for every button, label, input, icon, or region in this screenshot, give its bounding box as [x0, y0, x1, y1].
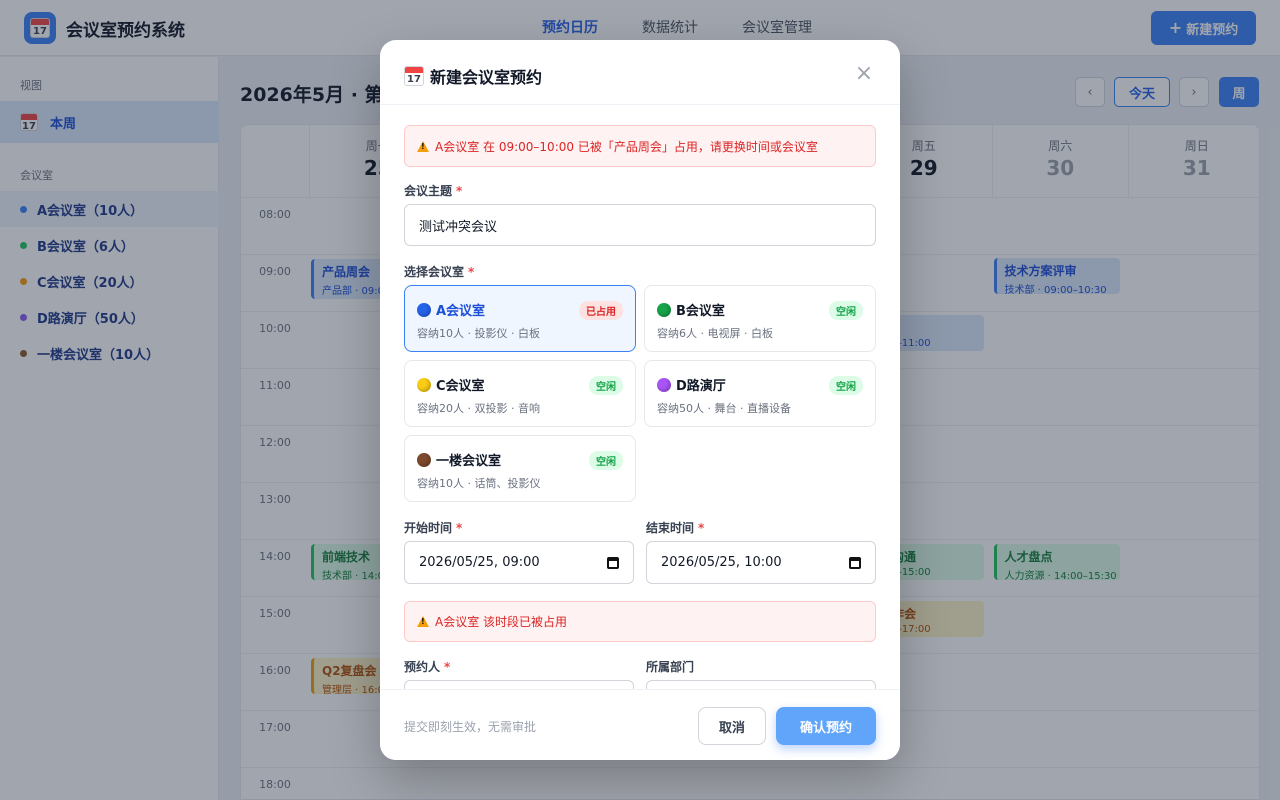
room-card-desc: 容纳10人 · 话筒、投影仪: [417, 477, 541, 490]
status-badge: 空闲: [829, 376, 863, 395]
booker-label: 预约人 *: [404, 658, 450, 675]
room-card-desc: 容纳6人 · 电视屏 · 白板: [657, 327, 773, 340]
start-time-value: 2026/05/25, 09:00: [419, 555, 540, 570]
room-card-name-text: D路演厅: [676, 379, 726, 394]
department-select[interactable]: [646, 680, 876, 689]
slot-conflict-text: A会议室 该时段已被占用: [435, 615, 568, 629]
room-card-name-text: 一楼会议室: [436, 454, 502, 469]
end-time-input[interactable]: 2026/05/25, 10:00: [646, 541, 876, 584]
room-ball-icon: [417, 377, 431, 392]
required-mark: *: [456, 184, 463, 198]
room-card-ground-floor[interactable]: 一楼会议室 容纳10人 · 话筒、投影仪 空闲: [404, 435, 636, 502]
conflict-alert: A会议室 在 09:00–10:00 已被「产品周会」占用，请更换时间或会议室: [404, 125, 876, 167]
calendar-picker-icon[interactable]: [849, 556, 861, 569]
status-badge: 已占用: [579, 301, 623, 320]
required-mark: *: [698, 521, 705, 535]
room-card-a[interactable]: A会议室 容纳10人 · 投影仪 · 白板 已占用: [404, 285, 636, 352]
subject-input[interactable]: 测试冲突会议: [404, 204, 876, 246]
new-booking-dialog: 17 新建会议室预约 × A会议室 在 09:00–10:00 已被「产品周会」…: [380, 40, 900, 760]
conflict-alert-text: A会议室 在 09:00–10:00 已被「产品周会」占用，请更换时间或会议室: [435, 139, 818, 154]
required-mark: *: [444, 660, 451, 674]
room-ball-icon: [657, 377, 671, 392]
room-ball-icon: [417, 452, 431, 467]
department-label: 所属部门: [646, 658, 694, 675]
room-card-b[interactable]: B会议室 容纳6人 · 电视屏 · 白板 空闲: [644, 285, 876, 352]
room-card-desc: 容纳10人 · 投影仪 · 白板: [417, 327, 540, 340]
room-label: 选择会议室 *: [404, 263, 474, 280]
start-time-input[interactable]: 2026/05/25, 09:00: [404, 541, 634, 584]
confirm-booking-button[interactable]: 确认预约: [776, 707, 876, 745]
room-card-c[interactable]: C会议室 容纳20人 · 双投影 · 音响 空闲: [404, 360, 636, 427]
booker-label-text: 预约人: [404, 660, 441, 674]
subject-label-text: 会议主题: [404, 184, 453, 198]
warning-icon: [417, 140, 429, 152]
end-time-label-text: 结束时间: [646, 521, 695, 535]
room-card-name-text: A会议室: [436, 304, 486, 319]
dialog-title-text: 新建会议室预约: [430, 68, 543, 87]
dialog-footer: 提交即刻生效，无需审批 取消 确认预约: [380, 689, 900, 760]
status-badge: 空闲: [829, 301, 863, 320]
required-mark: *: [456, 521, 463, 535]
end-time-label: 结束时间 *: [646, 519, 704, 536]
footer-note: 提交即刻生效，无需审批: [404, 720, 537, 734]
room-ball-icon: [417, 302, 431, 317]
required-mark: *: [468, 265, 475, 279]
calendar-icon: 17: [404, 66, 424, 86]
status-badge: 空闲: [589, 451, 623, 470]
room-card-d[interactable]: D路演厅 容纳50人 · 舞台 · 直播设备 空闲: [644, 360, 876, 427]
calendar-picker-icon[interactable]: [607, 556, 619, 569]
cancel-button[interactable]: 取消: [698, 707, 766, 745]
room-ball-icon: [657, 302, 671, 317]
status-badge: 空闲: [589, 376, 623, 395]
room-card-name-text: B会议室: [676, 304, 725, 319]
dialog-body: A会议室 在 09:00–10:00 已被「产品周会」占用，请更换时间或会议室 …: [404, 125, 876, 689]
start-time-label: 开始时间 *: [404, 519, 462, 536]
room-card-desc: 容纳20人 · 双投影 · 音响: [417, 402, 540, 415]
slot-conflict-alert: A会议室 该时段已被占用: [404, 601, 876, 642]
close-icon[interactable]: ×: [854, 63, 874, 85]
department-label-text: 所属部门: [646, 660, 695, 674]
room-card-desc: 容纳50人 · 舞台 · 直播设备: [657, 402, 791, 415]
room-label-text: 选择会议室: [404, 265, 465, 279]
room-card-name-text: C会议室: [436, 379, 485, 394]
end-time-value: 2026/05/25, 10:00: [661, 555, 782, 570]
calendar-icon-day: 17: [407, 74, 421, 85]
dialog-header: 17 新建会议室预约 ×: [380, 40, 900, 105]
dialog-title: 17 新建会议室预约: [404, 64, 542, 88]
start-time-label-text: 开始时间: [404, 521, 453, 535]
warning-icon: [417, 616, 429, 627]
subject-label: 会议主题 *: [404, 182, 462, 199]
booker-input[interactable]: [404, 680, 634, 689]
